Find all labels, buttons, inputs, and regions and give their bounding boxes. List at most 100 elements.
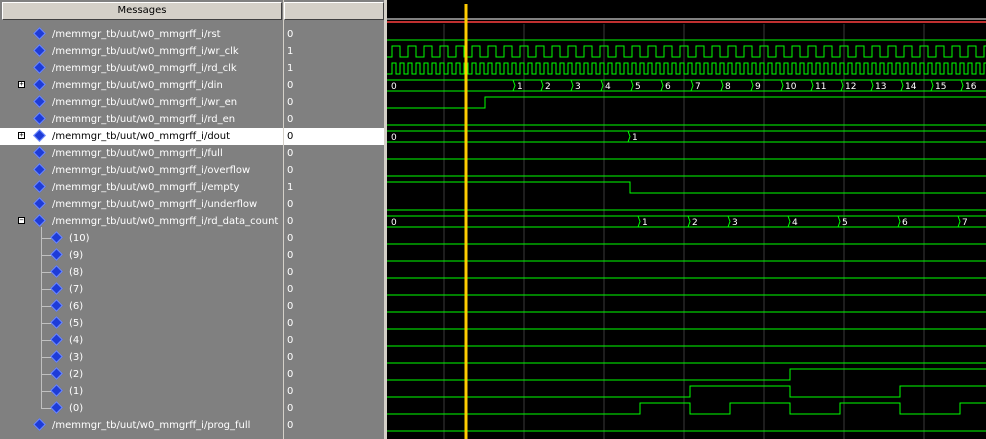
signal-row[interactable]: (1) (0, 383, 283, 400)
waveform-pane[interactable]: 0 1 2 3 4 5 6 7 8 9 10 11 12 13 14 15 16 0 1 0 1 2 3 4 5 6 7 (387, 0, 986, 439)
din-value-label: 3 (575, 82, 581, 92)
signal-value: 0 (287, 267, 294, 278)
signal-value: 0 (287, 165, 294, 176)
signal-row[interactable]: /memmgr_tb/uut/w0_mmgrff_i/wr_clk (0, 43, 283, 60)
signal-row[interactable]: (9) (0, 247, 283, 264)
expand-icon[interactable]: + (18, 132, 25, 139)
collapse-icon[interactable]: − (18, 217, 25, 224)
signal-name: (7) (69, 284, 84, 295)
signal-row[interactable]: /memmgr_tb/uut/w0_mmgrff_i/full (0, 145, 283, 162)
signal-name: (6) (69, 301, 84, 312)
signal-row[interactable]: + /memmgr_tb/uut/w0_mmgrff_i/din (0, 77, 283, 94)
signal-diamond-icon (50, 265, 63, 278)
signal-row[interactable]: /memmgr_tb/uut/w0_mmgrff_i/empty (0, 179, 283, 196)
signal-row[interactable]: /memmgr_tb/uut/w0_mmgrff_i/rd_en (0, 111, 283, 128)
signal-value: 0 (287, 114, 294, 125)
tree-connector (41, 391, 51, 392)
signal-value: 0 (287, 284, 294, 295)
signal-name: /memmgr_tb/uut/w0_mmgrff_i/empty (52, 182, 240, 193)
signal-diamond-icon (33, 418, 46, 431)
waveform-window: Messages /memmgr_tb/uut/w0_mmgrff_i/rst /… (0, 0, 986, 439)
signal-row[interactable]: (10) (0, 230, 283, 247)
signal-value: 0 (287, 80, 294, 91)
messages-header[interactable]: Messages (2, 2, 282, 20)
signal-diamond-icon (50, 316, 63, 329)
rd-data-count-value-label: 6 (902, 218, 908, 228)
din-wave-edge (780, 79, 784, 92)
din-value-label: 9 (755, 82, 761, 92)
signal-row[interactable]: − /memmgr_tb/uut/w0_mmgrff_i/rd_data_coun… (0, 213, 283, 230)
signal-name: /memmgr_tb/uut/w0_mmgrff_i/wr_en (52, 97, 238, 108)
din-value-label: 8 (725, 82, 731, 92)
din-wave-edge (750, 79, 754, 92)
tree-connector (41, 374, 51, 375)
signal-diamond-icon (50, 248, 63, 261)
signal-row[interactable]: /memmgr_tb/uut/w0_mmgrff_i/rd_clk (0, 60, 283, 77)
rd-data-count-value-label: 7 (962, 218, 968, 228)
signal-name: /memmgr_tb/uut/w0_mmgrff_i/full (52, 148, 223, 159)
signal-diamond-icon (33, 214, 46, 227)
signal-row[interactable]: /memmgr_tb/uut/w0_mmgrff_i/underflow (0, 196, 283, 213)
signal-value: 1 (287, 182, 294, 193)
tree-connector (41, 306, 51, 307)
rd-data-count-value-label: 4 (792, 218, 798, 228)
signal-diamond-icon (50, 367, 63, 380)
signal-row[interactable]: (8) (0, 264, 283, 281)
din-value-label: 6 (665, 82, 671, 92)
waveform-canvas[interactable]: 0 1 2 3 4 5 6 7 8 9 10 11 12 13 14 15 160 10 1 2 3 4 5 6 7 (387, 0, 986, 439)
signal-value: 0 (287, 386, 294, 397)
signal-row[interactable]: /memmgr_tb/uut/w0_mmgrff_i/rst (0, 26, 283, 43)
tree-connector (41, 272, 51, 273)
dout-value-label: 0 (391, 133, 397, 143)
signal-value: 0 (287, 335, 294, 346)
signal-row[interactable]: (3) (0, 349, 283, 366)
din-value-label: 2 (545, 82, 551, 92)
signal-name: /memmgr_tb/uut/w0_mmgrff_i/overflow (52, 165, 251, 176)
expand-icon[interactable]: + (18, 81, 25, 88)
signal-row[interactable]: + /memmgr_tb/uut/w0_mmgrff_i/dout (0, 128, 283, 145)
tree-connector (41, 227, 42, 408)
signal-diamond-icon (50, 384, 63, 397)
signal-value: 0 (287, 318, 294, 329)
values-header[interactable] (284, 2, 384, 20)
signal-row[interactable]: /memmgr_tb/uut/w0_mmgrff_i/overflow (0, 162, 283, 179)
signal-diamond-icon (33, 197, 46, 210)
din-value-label: 4 (605, 82, 611, 92)
rd-data-count-wave-edge (897, 215, 901, 228)
signal-row[interactable]: (0) (0, 400, 283, 417)
signal-name: (2) (69, 369, 84, 380)
din-value-label: 0 (391, 82, 397, 92)
signal-value: 0 (287, 420, 294, 431)
signal-diamond-icon (33, 27, 46, 40)
din-wave-edge (690, 79, 694, 92)
tree-connector (41, 357, 51, 358)
signal-row[interactable]: (4) (0, 332, 283, 349)
rd-data-count-wave-edge (727, 215, 731, 228)
signal-diamond-icon (33, 95, 46, 108)
signal-value: 0 (287, 216, 294, 227)
signal-row[interactable]: /memmgr_tb/uut/w0_mmgrff_i/prog_full (0, 417, 283, 434)
rd-data-count-value-label: 0 (391, 218, 397, 228)
signal-name: (3) (69, 352, 84, 363)
signal-row[interactable]: (7) (0, 281, 283, 298)
din-wave-edge (900, 79, 904, 92)
tree-connector (41, 289, 51, 290)
din-value-label: 12 (845, 82, 856, 92)
din-wave-edge (630, 79, 634, 92)
signal-diamond-icon (33, 112, 46, 125)
signal-value: 0 (287, 352, 294, 363)
signal-row[interactable]: (6) (0, 298, 283, 315)
din-value-label: 1 (517, 82, 523, 92)
signal-diamond-icon (50, 333, 63, 346)
signal-value: 0 (287, 148, 294, 159)
signal-name: /memmgr_tb/uut/w0_mmgrff_i/rst (52, 29, 221, 40)
din-value-label: 7 (695, 82, 701, 92)
signal-row[interactable]: (5) (0, 315, 283, 332)
tree-connector (41, 408, 51, 409)
tree-connector (41, 340, 51, 341)
tree-connector (41, 255, 51, 256)
signal-value: 0 (287, 369, 294, 380)
signal-name: /memmgr_tb/uut/w0_mmgrff_i/din (52, 80, 223, 91)
signal-row[interactable]: (2) (0, 366, 283, 383)
signal-row[interactable]: /memmgr_tb/uut/w0_mmgrff_i/wr_en (0, 94, 283, 111)
